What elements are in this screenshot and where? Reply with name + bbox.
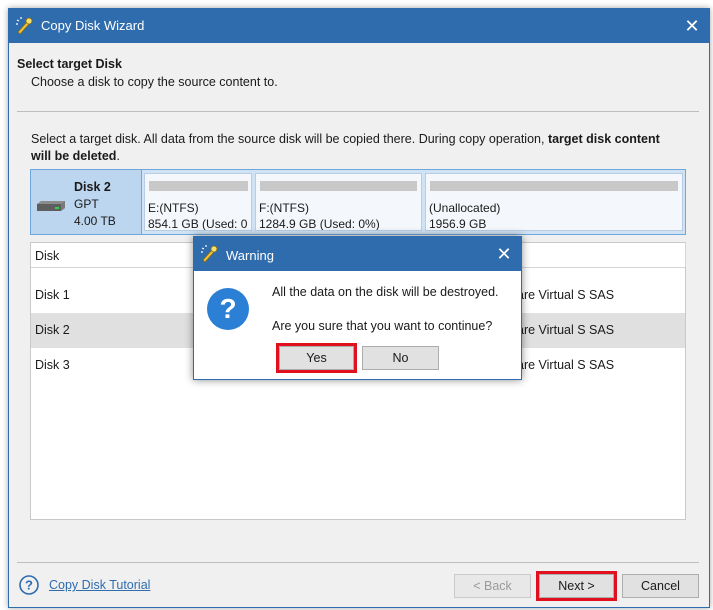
instructions-plain: Select a target disk. All data from the … <box>31 132 548 146</box>
wizard-app-icon <box>16 17 33 35</box>
yes-button[interactable]: Yes <box>279 346 354 370</box>
back-button[interactable]: < Back <box>454 574 531 598</box>
window-title: Copy Disk Wizard <box>41 18 145 33</box>
header-divider <box>17 111 699 112</box>
warning-dialog: Warning ✕ ? All the data on the disk wil… <box>193 236 522 380</box>
column-divider <box>685 243 686 267</box>
disk-map-size: 4.00 TB <box>74 214 116 228</box>
row-disk-name: Disk 1 <box>35 288 70 302</box>
dialog-title: Warning <box>226 248 274 263</box>
copy-disk-tutorial-link[interactable]: Copy Disk Tutorial <box>49 578 150 592</box>
hard-disk-icon <box>37 201 65 211</box>
partition-label: (Unallocated) <box>429 201 501 215</box>
row-disk-name: Disk 3 <box>35 358 70 372</box>
page-title: Select target Disk <box>17 57 122 71</box>
question-icon: ? <box>207 288 249 330</box>
row-disk-model: are Virtual S SAS <box>517 323 615 337</box>
partition-info: 1284.9 GB (Used: 0%) <box>259 217 380 231</box>
svg-text:?: ? <box>25 578 33 593</box>
partition-unallocated[interactable]: (Unallocated) 1956.9 GB <box>425 173 683 231</box>
partition-info: 854.1 GB (Used: 0 <box>148 217 248 231</box>
partition-label: F:(NTFS) <box>259 201 309 215</box>
footer-divider <box>17 562 699 563</box>
window-titlebar: Copy Disk Wizard ✕ <box>9 9 709 43</box>
row-disk-model: are Virtual S SAS <box>517 358 615 372</box>
column-header-disk[interactable]: Disk <box>35 249 59 263</box>
svg-text:?: ? <box>219 293 236 324</box>
page-subtitle: Choose a disk to copy the source content… <box>31 75 278 89</box>
instructions-text: Select a target disk. All data from the … <box>31 131 681 165</box>
instructions-end: . <box>116 149 120 163</box>
disk-map-style: GPT <box>74 197 99 211</box>
dialog-message-destroyed: All the data on the disk will be destroy… <box>272 285 499 299</box>
next-button[interactable]: Next > <box>539 574 614 598</box>
no-button[interactable]: No <box>362 346 439 370</box>
cancel-button[interactable]: Cancel <box>622 574 699 598</box>
dialog-titlebar: Warning ✕ <box>194 237 521 271</box>
partition-e[interactable]: E:(NTFS) 854.1 GB (Used: 0 <box>144 173 252 231</box>
row-disk-model: are Virtual S SAS <box>517 288 615 302</box>
dialog-close-button[interactable]: ✕ <box>493 243 515 265</box>
partition-usage-bar <box>430 181 678 191</box>
help-question-icon[interactable]: ? <box>19 575 39 595</box>
selected-disk-map[interactable]: Disk 2 GPT 4.00 TB E:(NTFS) 854.1 GB (Us… <box>30 169 686 235</box>
wizard-app-icon <box>201 245 218 263</box>
dialog-message-confirm: Are you sure that you want to continue? <box>272 319 493 333</box>
partition-f[interactable]: F:(NTFS) 1284.9 GB (Used: 0%) <box>255 173 422 231</box>
partition-label: E:(NTFS) <box>148 201 199 215</box>
disk-map-name: Disk 2 <box>74 180 111 194</box>
row-disk-name: Disk 2 <box>35 323 70 337</box>
disk-map-info: Disk 2 GPT 4.00 TB <box>31 170 142 234</box>
partition-usage-bar <box>149 181 248 191</box>
window-close-button[interactable]: ✕ <box>681 15 703 37</box>
partition-info: 1956.9 GB <box>429 217 487 231</box>
partition-usage-bar <box>260 181 417 191</box>
